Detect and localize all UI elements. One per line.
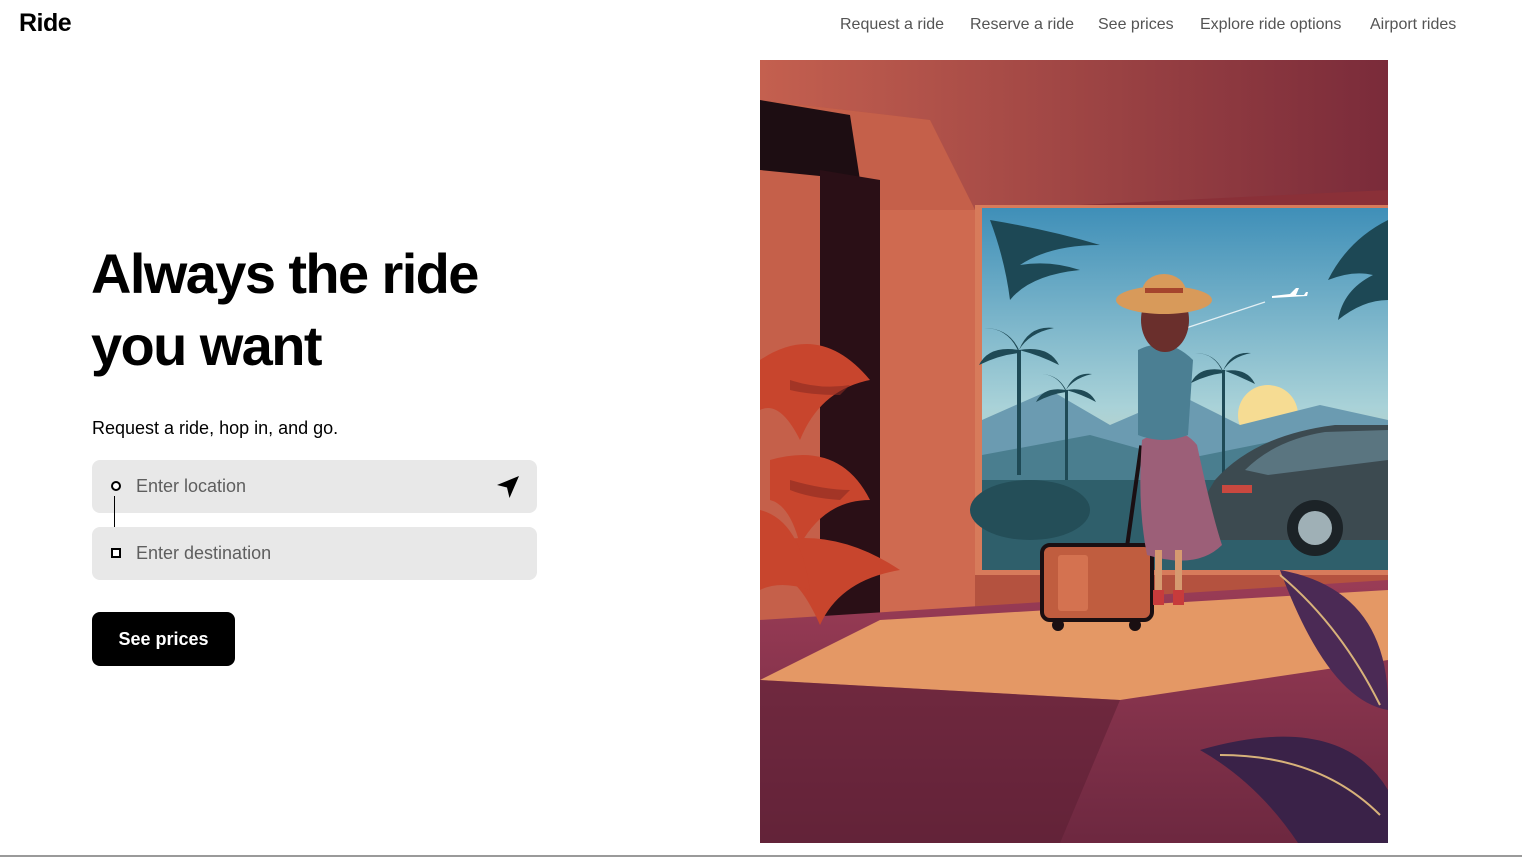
destination-square-icon — [111, 548, 121, 558]
hero-title: Always the ride you want — [91, 238, 611, 382]
navigation-arrow-icon[interactable] — [495, 474, 521, 500]
top-navigation-bar: Ride Request a ride Reserve a ride See p… — [0, 0, 1522, 50]
traveler-with-suitcase-illustration — [760, 60, 1388, 843]
see-prices-button[interactable]: See prices — [92, 612, 235, 666]
destination-input[interactable] — [136, 527, 476, 580]
hero-title-line-1: Always the ride — [91, 242, 479, 305]
nav-reserve-a-ride[interactable]: Reserve a ride — [970, 16, 1074, 34]
nav-explore-ride-options[interactable]: Explore ride options — [1200, 16, 1341, 34]
nav-request-a-ride[interactable]: Request a ride — [840, 16, 944, 34]
hero-title-line-2: you want — [91, 314, 322, 377]
nav-see-prices[interactable]: See prices — [1098, 16, 1174, 34]
hero-subtitle: Request a ride, hop in, and go. — [92, 418, 339, 438]
nav-airport-rides[interactable]: Airport rides — [1370, 16, 1456, 34]
main-nav: Request a ride Reserve a ride See prices… — [0, 16, 1522, 36]
hero-illustration — [760, 60, 1388, 843]
pickup-location-field — [92, 460, 537, 513]
pickup-location-input[interactable] — [136, 460, 476, 513]
pickup-dot-icon — [111, 481, 121, 491]
destination-field — [92, 527, 537, 580]
